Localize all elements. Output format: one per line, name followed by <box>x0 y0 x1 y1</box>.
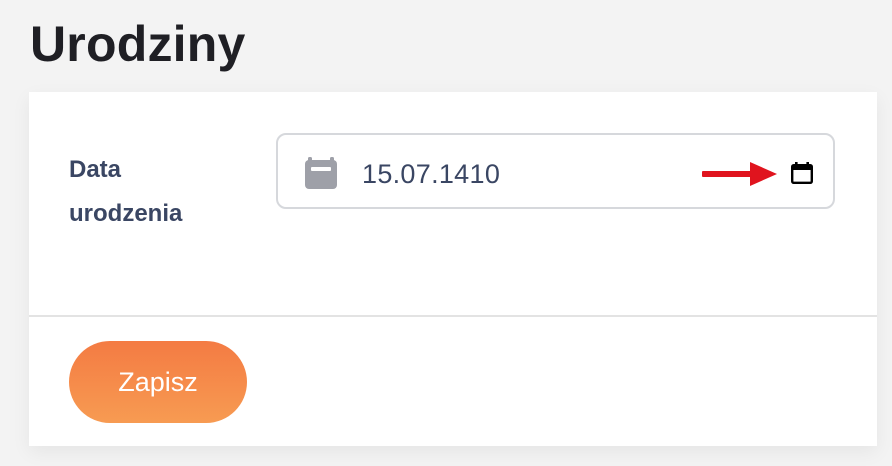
calendar-icon <box>305 157 337 189</box>
birthdate-date-input[interactable]: 15.07.1410 <box>276 133 835 209</box>
red-arrow-icon <box>702 162 777 186</box>
birthday-form-card: Data urodzenia 15.07.1410 Zapisz <box>29 92 877 446</box>
birthdate-value[interactable]: 15.07.1410 <box>362 157 500 191</box>
save-button[interactable]: Zapisz <box>69 341 247 423</box>
calendar-picker-icon[interactable] <box>789 160 815 186</box>
birthdate-label: Data urodzenia <box>69 156 183 227</box>
divider <box>29 315 877 317</box>
page-title: Urodziny <box>30 16 246 72</box>
